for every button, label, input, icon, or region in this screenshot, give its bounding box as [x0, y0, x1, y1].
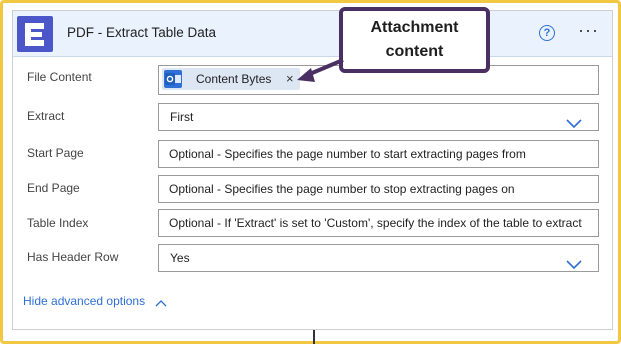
field-row-start-page: Start Page Optional - Specifies the page…	[13, 139, 612, 169]
annotation-arrow-icon	[297, 58, 344, 82]
start-page-input[interactable]: Optional - Specifies the page number to …	[158, 140, 599, 168]
field-row-has-header-row: Has Header Row Yes	[13, 244, 612, 274]
dropdown-value: Yes	[170, 251, 190, 265]
field-label: End Page	[27, 181, 80, 195]
field-label: File Content	[27, 70, 92, 84]
field-row-end-page: End Page Optional - Specifies the page n…	[13, 174, 612, 204]
card-title: PDF - Extract Table Data	[67, 25, 217, 40]
field-label: Table Index	[27, 216, 89, 230]
flow-connector-line	[313, 330, 315, 344]
dropdown-value: First	[170, 110, 194, 124]
remove-token-icon[interactable]: ×	[286, 68, 294, 90]
outlook-icon	[164, 70, 182, 88]
annotation-line-1: Attachment	[370, 19, 459, 36]
annotation-line-2: content	[385, 43, 444, 60]
table-index-input[interactable]: Optional - If 'Extract' is set to 'Custo…	[158, 209, 599, 237]
field-label: Extract	[27, 109, 65, 123]
field-label: Has Header Row	[27, 250, 119, 264]
card-header[interactable]: PDF - Extract Table Data ? ···	[13, 11, 612, 57]
chevron-down-icon[interactable]	[566, 253, 582, 271]
extract-dropdown[interactable]: First	[158, 103, 599, 131]
more-options-icon[interactable]: ···	[578, 20, 599, 41]
hide-advanced-options-link[interactable]: Hide advanced options	[23, 294, 145, 308]
chevron-down-icon[interactable]	[566, 112, 582, 130]
end-page-input[interactable]: Optional - Specifies the page number to …	[158, 175, 599, 203]
field-label: Start Page	[27, 146, 84, 160]
encodian-logo-icon	[17, 16, 53, 52]
field-row-extract: Extract First	[13, 103, 612, 133]
content-bytes-token[interactable]: Content Bytes ×	[162, 68, 300, 90]
chevron-up-icon[interactable]	[155, 294, 167, 312]
annotation-callout: Attachment content	[339, 7, 490, 73]
help-icon[interactable]: ?	[539, 25, 555, 41]
field-row-table-index: Table Index Optional - If 'Extract' is s…	[13, 209, 612, 239]
has-header-row-dropdown[interactable]: Yes	[158, 244, 599, 272]
token-label: Content Bytes	[196, 72, 272, 86]
